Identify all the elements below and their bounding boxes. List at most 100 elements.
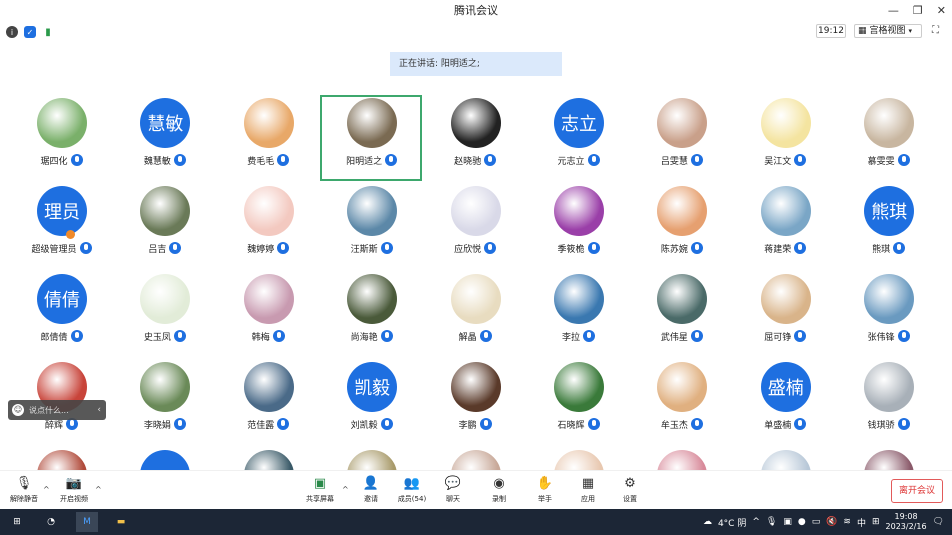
raise-hand-button[interactable]: ✋ 举手	[525, 475, 565, 509]
participant-tile[interactable]: 吕雯慧	[630, 90, 733, 178]
view-mode-label: 宫格视图	[869, 26, 906, 36]
video-options-caret[interactable]: ^	[95, 485, 102, 494]
participant-tile[interactable]: 吴江文	[734, 90, 837, 178]
participant-tile[interactable]: 倩倩 郎倩倩	[10, 266, 113, 354]
participant-tile[interactable]: 李鹏	[424, 354, 527, 442]
minimize-icon[interactable]: —	[888, 0, 899, 22]
participant-tile[interactable]: 凯毅 刘凯毅	[320, 354, 423, 442]
participant-tile[interactable]: 蒋建荣	[734, 178, 837, 266]
mic-icon	[277, 418, 290, 430]
tray-app-icon[interactable]: ▣	[783, 517, 792, 527]
tencent-meeting-icon[interactable]: M	[76, 512, 98, 532]
view-mode-select[interactable]: ▦ 宫格视图 ▾	[854, 24, 922, 38]
avatar	[347, 274, 398, 324]
apps-button[interactable]: ▦ 应用	[568, 475, 608, 509]
participant-tile[interactable]: 陈苏婉	[630, 178, 733, 266]
mic-icon	[79, 242, 92, 254]
participant-tile[interactable]: 琚四化	[10, 90, 113, 178]
system-tray: ☁ 4°C 阴 ^ 🎙 ▣ ● ▭ 🔇 ≋ 中 ⊞ 19:08 2023/2/1…	[703, 509, 952, 535]
edge-browser-icon[interactable]: ◔	[40, 512, 62, 532]
share-options-caret[interactable]: ^	[342, 485, 349, 494]
participant-tile[interactable]: 尚海艳	[320, 266, 423, 354]
tray-mic-icon[interactable]: 🎙	[766, 517, 777, 527]
participant-name: 吕雯慧	[660, 156, 688, 167]
video-button[interactable]: 📷 开启视频	[54, 475, 94, 509]
participant-tile[interactable]: 石晓辉	[527, 354, 630, 442]
ime-mode-icon[interactable]: ⊞	[872, 517, 880, 527]
participant-tile[interactable]: 李拉	[527, 266, 630, 354]
participant-tile[interactable]: 赵晓驰	[424, 90, 527, 178]
participant-tile[interactable]: 应欣悦	[424, 178, 527, 266]
participant-tile[interactable]: 史玉凤	[113, 266, 216, 354]
participant-tile[interactable]: 汪斯斯	[320, 178, 423, 266]
participant-tile[interactable]	[527, 442, 630, 470]
avatar	[554, 186, 604, 236]
participant-tile[interactable]: 屈可铮	[734, 266, 837, 354]
participant-tile[interactable]: 李晓娟	[113, 354, 216, 442]
raise-label: 举手	[538, 495, 552, 503]
participant-tile[interactable]: 理员 超级管理员	[10, 178, 113, 266]
participant-tile[interactable]: 醉辉	[10, 354, 113, 442]
ime-indicator[interactable]: 中	[857, 516, 866, 529]
participant-tile[interactable]	[837, 442, 940, 470]
participant-tile[interactable]	[734, 442, 837, 470]
participant-name: 琚四化	[40, 156, 68, 167]
participant-tile[interactable]: 解晶	[424, 266, 527, 354]
weather-text[interactable]: 4°C 阴	[718, 516, 746, 529]
participant-tile[interactable]: 钱琪骄	[837, 354, 940, 442]
participant-tile[interactable]	[630, 442, 733, 470]
participant-tile[interactable]: 张伟锋	[837, 266, 940, 354]
participant-tile[interactable]: 慕雯雯	[837, 90, 940, 178]
mic-icon	[173, 418, 186, 430]
participant-tile[interactable]: 费毛毛	[217, 90, 320, 178]
participant-tile[interactable]: 季筱桅	[527, 178, 630, 266]
shield-icon[interactable]: ✓	[24, 26, 36, 38]
chat-float-bar[interactable]: ☺ 说点什么... ‹	[8, 400, 106, 420]
participant-tile[interactable]: 魏婷婷	[217, 178, 320, 266]
record-button[interactable]: ◉ 录制	[479, 475, 519, 509]
emoji-icon[interactable]: ☺	[12, 404, 24, 416]
participant-tile[interactable]	[217, 442, 320, 470]
fullscreen-icon[interactable]: ⛶	[932, 25, 944, 37]
mute-button[interactable]: 🎙 解除静音	[4, 475, 44, 509]
avatar	[140, 450, 191, 470]
battery-icon[interactable]: ▭	[812, 517, 821, 527]
participant-tile[interactable]: 志立 元志立	[527, 90, 630, 178]
participant-tile[interactable]: 熊琪 熊琪	[837, 178, 940, 266]
participant-tile[interactable]: 盛楠 单盛楠	[734, 354, 837, 442]
chat-float-placeholder[interactable]: 说点什么...	[29, 405, 92, 416]
chevron-up-icon[interactable]: ^	[752, 517, 760, 527]
notification-icon[interactable]: 🗨	[933, 517, 944, 527]
members-button[interactable]: 👥 成员(54)	[392, 475, 432, 509]
participant-tile[interactable]: 牟玉杰	[630, 354, 733, 442]
close-icon[interactable]: ✕	[937, 0, 946, 22]
avatar	[450, 186, 501, 236]
signal-icon[interactable]: ▮	[42, 26, 54, 38]
restore-icon[interactable]: ❐	[913, 0, 923, 22]
participant-name: 钱琪骄	[867, 420, 895, 431]
speaker-muted-icon[interactable]: 🔇	[826, 517, 837, 527]
participant-tile[interactable]	[10, 442, 113, 470]
participant-tile[interactable]: 慧敏 魏慧敏	[113, 90, 216, 178]
participant-tile[interactable]	[113, 442, 216, 470]
participant-tile[interactable]: 范佳露	[217, 354, 320, 442]
share-screen-button[interactable]: ▣ 共享屏幕	[300, 475, 340, 509]
mic-icon	[173, 154, 186, 166]
participant-tile[interactable]: 吕吉	[113, 178, 216, 266]
clock[interactable]: 19:08 2023/2/16	[886, 512, 927, 532]
chevron-left-icon[interactable]: ‹	[97, 405, 106, 415]
info-icon[interactable]: i	[6, 26, 18, 38]
participant-tile[interactable]: 韩梅	[217, 266, 320, 354]
qq-icon[interactable]: ●	[798, 517, 806, 527]
chat-button[interactable]: 💬 聊天	[433, 475, 473, 509]
participant-tile[interactable]: 武伟星	[630, 266, 733, 354]
mute-options-caret[interactable]: ^	[43, 485, 50, 494]
wifi-icon[interactable]: ≋	[843, 517, 851, 527]
settings-button[interactable]: ⚙ 设置	[610, 475, 650, 509]
file-explorer-icon[interactable]: ▬	[110, 512, 132, 532]
participant-tile[interactable]	[320, 442, 423, 470]
participant-tile[interactable]	[424, 442, 527, 470]
invite-button[interactable]: 👤 邀请	[351, 475, 391, 509]
leave-meeting-button[interactable]: 离开会议	[891, 479, 943, 503]
windows-start-icon[interactable]: ⊞	[6, 512, 28, 532]
